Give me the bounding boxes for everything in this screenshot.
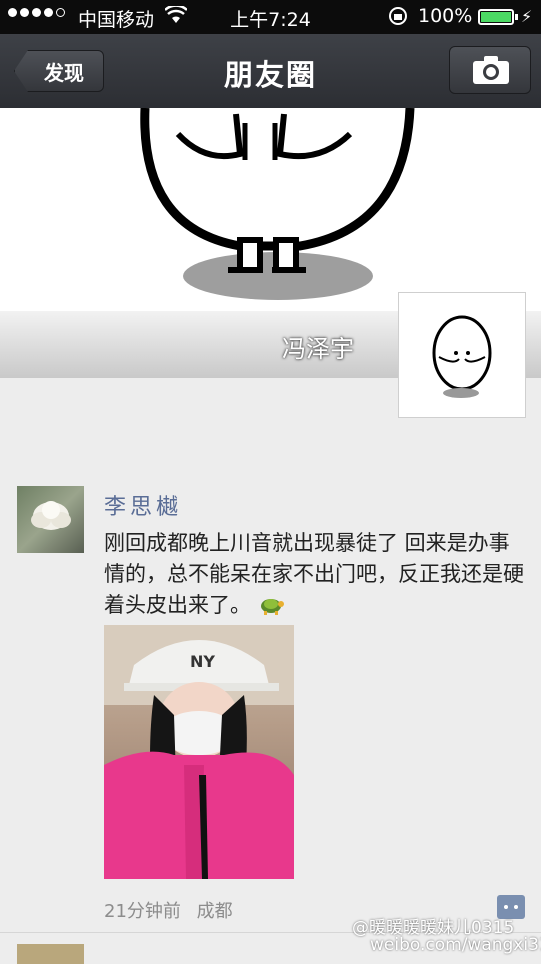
egg-cartoon-illustration: [140, 108, 415, 300]
flower-photo: [31, 501, 71, 530]
egg-avatar-illustration: [432, 315, 492, 398]
owner-name: 冯泽宇: [282, 335, 354, 363]
post-time: 21分钟前: [104, 901, 181, 922]
camera-button[interactable]: [449, 46, 531, 94]
post-author-avatar[interactable]: [17, 486, 84, 553]
charging-icon: ⚡: [521, 7, 533, 26]
next-post-avatar[interactable]: [17, 944, 84, 964]
watermark-url: weibo.com/wangxi315: [370, 935, 541, 955]
navigation-bar: 发现 朋友圈: [0, 34, 541, 108]
svg-text:NY: NY: [190, 652, 215, 671]
post-meta: 21分钟前 成都: [104, 897, 233, 923]
post-content: 刚回成都晚上川音就出现暴徒了 回来是办事情的，总不能呆在家不出门吧，反正我还是硬…: [104, 528, 524, 621]
camera-icon: [473, 56, 509, 84]
post-author-name[interactable]: 李思樾: [104, 489, 182, 521]
selfie-photo: NY: [104, 625, 294, 879]
post-location[interactable]: 成都: [197, 901, 233, 922]
post-photo[interactable]: NY: [104, 625, 294, 879]
battery-percent: 100%: [418, 5, 473, 27]
status-bar: 中国移动 上午7:24 100% ⚡: [0, 0, 541, 34]
my-avatar[interactable]: [398, 292, 526, 418]
post-text: 刚回成都晚上川音就出现暴徒了 回来是办事情的，总不能呆在家不出门吧，反正我还是硬…: [104, 531, 524, 617]
battery-icon: [478, 9, 518, 25]
turtle-icon: [258, 593, 284, 617]
rotation-lock-icon: [388, 6, 408, 31]
